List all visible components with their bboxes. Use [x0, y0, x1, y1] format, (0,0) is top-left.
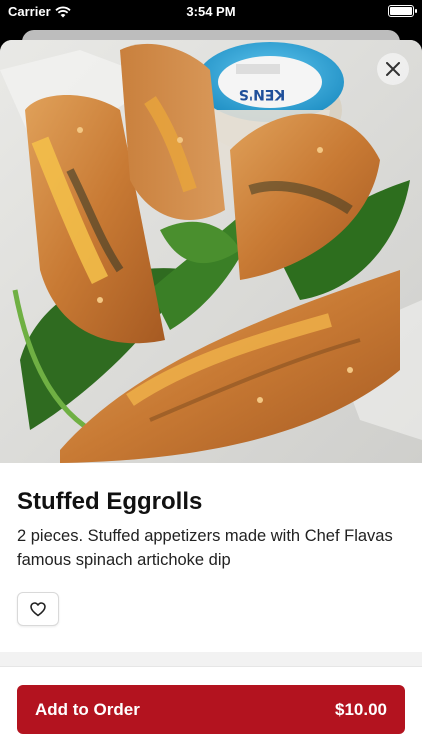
- favorite-button[interactable]: [17, 592, 59, 626]
- item-detail-sheet: KEN'S Stuffed Eggrolls 2 pieces. Stuffed…: [0, 40, 422, 750]
- close-icon: [386, 62, 400, 76]
- heart-icon: [30, 601, 46, 616]
- add-to-order-label: Add to Order: [35, 699, 140, 719]
- order-bar: Add to Order $10.00: [0, 666, 422, 750]
- status-bar: Carrier 3:54 PM: [0, 0, 422, 22]
- section-divider: [0, 652, 422, 666]
- item-title: Stuffed Eggrolls: [17, 488, 203, 515]
- eggrolls-photo: KEN'S: [0, 40, 422, 463]
- battery-icon: [388, 5, 417, 17]
- order-price: $10.00: [335, 699, 387, 719]
- item-description: 2 pieces. Stuffed appetizers made with C…: [17, 527, 393, 569]
- cup-label: KEN'S: [239, 86, 286, 102]
- close-button[interactable]: [377, 53, 409, 85]
- status-time: 3:54 PM: [186, 4, 236, 19]
- item-photo: KEN'S: [0, 40, 422, 463]
- add-to-order-button[interactable]: Add to Order $10.00: [17, 685, 405, 734]
